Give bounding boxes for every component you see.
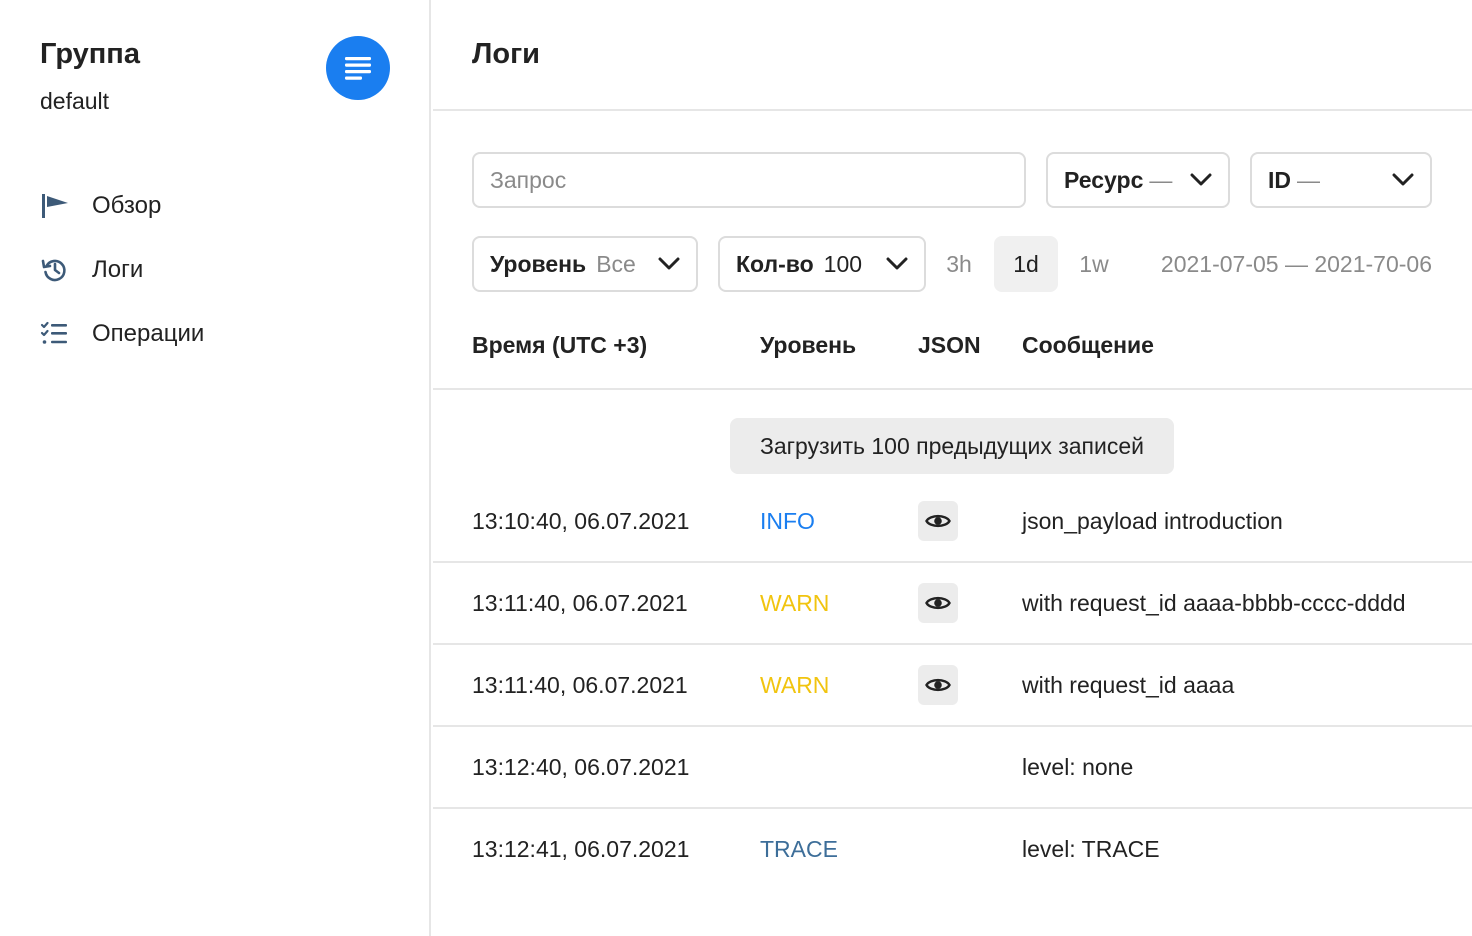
table-header-divider [433, 388, 1472, 390]
level-select-value: Все [596, 250, 636, 277]
load-previous-button[interactable]: Загрузить 100 предыдущих записей [730, 418, 1174, 474]
resource-select-value: — [1149, 166, 1173, 193]
chevron-down-icon [658, 257, 680, 271]
row-message: with request_id aaaa [1022, 671, 1235, 698]
row-json [918, 645, 958, 725]
menu-button[interactable] [326, 36, 390, 100]
row-level: WARN [760, 589, 830, 616]
eye-icon [925, 596, 951, 610]
count-select[interactable]: Кол-во 100 [718, 236, 926, 292]
menu-lines-icon [345, 57, 371, 80]
row-time: 13:10:40, 06.07.2021 [472, 507, 690, 534]
level-select-label: Уровень [490, 250, 587, 277]
row-json [918, 563, 958, 643]
flag-icon [40, 191, 70, 221]
checklist-icon [40, 319, 70, 349]
row-level: TRACE [760, 835, 838, 862]
view-json-button[interactable] [918, 665, 958, 705]
main-content: Логи Ресурс — ID — Уровень Все Кол-во 10… [433, 0, 1472, 936]
row-message: json_payload introduction [1022, 507, 1283, 534]
column-header-message: Сообщение [1022, 332, 1154, 358]
sidebar: Группа default Обзор Логи Операции [0, 0, 431, 936]
page-title: Логи [472, 38, 540, 70]
row-level: INFO [760, 507, 815, 534]
sidebar-item-label: Логи [92, 256, 144, 283]
sidebar-item-label: Обзор [92, 192, 162, 219]
sidebar-item-overview[interactable]: Обзор [40, 174, 204, 238]
count-select-value: 100 [823, 250, 863, 277]
count-select-label: Кол-во [736, 250, 814, 277]
eye-icon [925, 678, 951, 692]
range-1w-button[interactable]: 1w [1062, 236, 1126, 292]
group-title: Группа [40, 38, 140, 70]
sidebar-item-operations[interactable]: Операции [40, 302, 204, 366]
row-message: with request_id aaaa-bbbb-cccc-dddd [1022, 589, 1406, 616]
table-row[interactable]: 13:12:41, 06.07.2021 TRACE level: TRACE [433, 809, 1472, 891]
table-row[interactable]: 13:11:40, 06.07.2021 WARN with request_i… [433, 645, 1472, 727]
eye-icon [925, 514, 951, 528]
id-select[interactable]: ID — [1250, 152, 1432, 208]
chevron-down-icon [886, 257, 908, 271]
row-time: 13:12:40, 06.07.2021 [472, 753, 690, 780]
query-input[interactable] [472, 152, 1026, 208]
table-row[interactable]: 13:10:40, 06.07.2021 INFO json_payload i… [433, 481, 1472, 563]
id-select-label: ID [1268, 166, 1291, 193]
sidebar-item-label: Операции [92, 320, 205, 347]
resource-select[interactable]: Ресурс — [1046, 152, 1230, 208]
header-divider [433, 109, 1472, 111]
row-time: 13:11:40, 06.07.2021 [472, 671, 688, 698]
resource-select-label: Ресурс [1064, 166, 1144, 193]
range-1d-button[interactable]: 1d [994, 236, 1058, 292]
chevron-down-icon [1392, 173, 1414, 187]
view-json-button[interactable] [918, 501, 958, 541]
sidebar-item-logs[interactable]: Логи [40, 238, 204, 302]
table-row[interactable]: 13:11:40, 06.07.2021 WARN with request_i… [433, 563, 1472, 645]
row-message: level: none [1022, 753, 1134, 780]
group-name: default [40, 88, 110, 114]
table-row[interactable]: 13:12:40, 06.07.2021 level: none [433, 727, 1472, 809]
column-header-json: JSON [918, 332, 981, 358]
date-range-picker[interactable]: 2021-07-05 — 2021-70-06 [1161, 236, 1432, 292]
view-json-button[interactable] [918, 583, 958, 623]
column-header-time: Время (UTC +3) [472, 332, 648, 358]
row-message: level: TRACE [1022, 835, 1160, 862]
row-json [918, 481, 958, 561]
row-time: 13:12:41, 06.07.2021 [472, 835, 690, 862]
chevron-down-icon [1190, 173, 1212, 187]
id-select-value: — [1297, 166, 1320, 193]
row-time: 13:11:40, 06.07.2021 [472, 589, 688, 616]
row-level: WARN [760, 671, 830, 698]
level-select[interactable]: Уровень Все [472, 236, 698, 292]
column-header-level: Уровень [760, 332, 857, 358]
range-3h-button[interactable]: 3h [927, 236, 991, 292]
sidebar-nav: Обзор Логи Операции [40, 174, 204, 366]
history-icon [40, 255, 70, 285]
